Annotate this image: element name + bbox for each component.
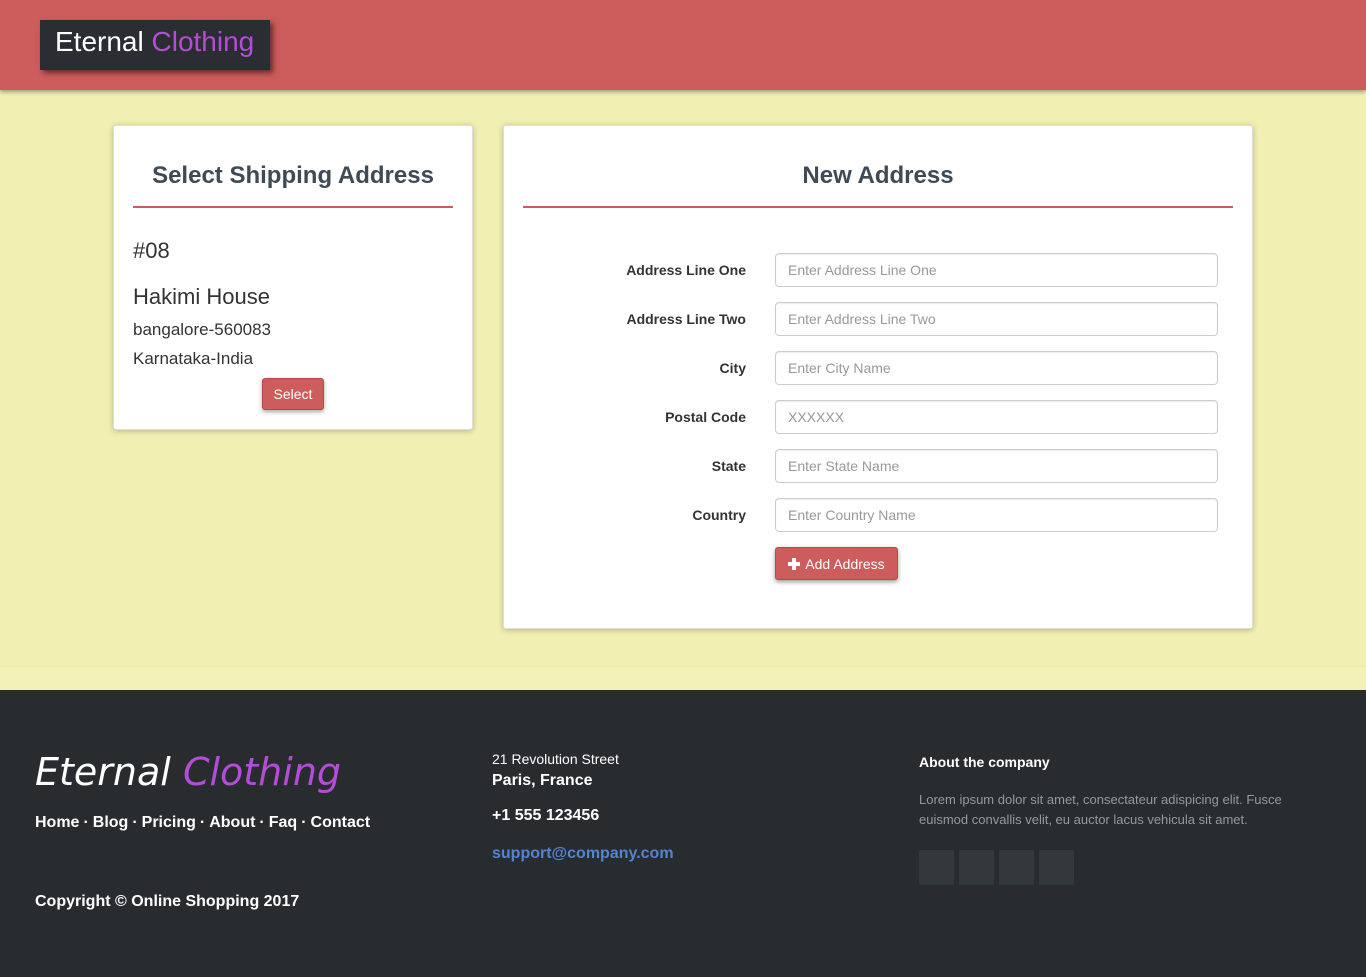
address-line-two-input[interactable] xyxy=(775,302,1218,336)
link-separator: · xyxy=(83,814,89,831)
twitter-icon[interactable] xyxy=(959,850,994,885)
address-line-two-label: Address Line Two xyxy=(626,311,746,327)
linkedin-icon[interactable] xyxy=(999,850,1034,885)
link-separator: · xyxy=(301,814,307,831)
link-separator: · xyxy=(199,814,206,831)
footer-divider-strip xyxy=(0,666,1366,690)
address-line-one-label: Address Line One xyxy=(626,262,746,278)
footer-link-about[interactable]: About xyxy=(209,814,255,831)
footer-street: 21 Revolution Street xyxy=(492,751,619,767)
shipping-address-title: Select Shipping Address xyxy=(133,162,453,208)
form-row-country: Country xyxy=(504,498,1254,532)
city-label: City xyxy=(719,360,746,376)
address-number: #08 xyxy=(133,238,170,263)
new-address-card: New Address Address Line One Address Lin… xyxy=(503,125,1253,629)
about-title: About the company xyxy=(919,754,1050,770)
footer-email-link[interactable]: support@company.com xyxy=(492,845,674,863)
footer-link-blog[interactable]: Blog xyxy=(93,814,129,831)
city-input[interactable] xyxy=(775,351,1218,385)
footer-logo: Eternal Clothing xyxy=(35,750,341,794)
site-footer: Eternal Clothing Home · Blog · Pricing · About… xyxy=(0,690,1366,977)
about-text: Lorem ipsum dolor sit amet, consectateur… xyxy=(919,792,1282,827)
footer-city: Paris, France xyxy=(492,772,593,789)
address-city: bangalore-560083 xyxy=(133,320,272,339)
site-header: Eternal Clothing xyxy=(0,0,1366,90)
postal-code-input[interactable] xyxy=(775,400,1218,434)
address-state: Karnataka-India xyxy=(133,349,254,368)
footer-link-contact[interactable]: Contact xyxy=(311,814,371,831)
add-address-label: Add Address xyxy=(805,555,885,572)
copyright-text: Copyright © Online Shopping 2017 xyxy=(35,893,300,910)
footer-logo-word-eternal: Eternal xyxy=(35,750,171,794)
footer-link-pricing[interactable]: Pricing xyxy=(142,814,196,831)
footer-nav: Home · Blog · Pricing · About · Faq · Contact xyxy=(35,814,370,832)
form-row-address-line-two: Address Line Two xyxy=(504,302,1254,336)
select-address-button[interactable]: Select xyxy=(262,378,324,410)
state-input[interactable] xyxy=(775,449,1218,483)
footer-logo-word-clothing: Clothing xyxy=(182,750,342,794)
form-row-city: City xyxy=(504,351,1254,385)
form-row-postal-code: Postal Code xyxy=(504,400,1254,434)
footer-phone: +1 555 123456 xyxy=(492,807,600,824)
new-address-title: New Address xyxy=(523,162,1233,208)
link-separator: · xyxy=(259,814,265,831)
brand-logo[interactable]: Eternal Clothing xyxy=(40,20,270,70)
state-label: State xyxy=(711,458,746,474)
facebook-icon[interactable] xyxy=(919,850,954,885)
brand-word-eternal: Eternal xyxy=(55,26,144,57)
github-icon[interactable] xyxy=(1039,850,1074,885)
form-row-address-line-one: Address Line One xyxy=(504,253,1254,287)
postal-code-label: Postal Code xyxy=(665,409,746,425)
footer-link-faq[interactable]: Faq xyxy=(269,814,297,831)
form-row-state: State xyxy=(504,449,1254,483)
brand-word-clothing: Clothing xyxy=(151,26,255,57)
add-address-button[interactable]: Add Address xyxy=(775,547,898,580)
address-line-one-input[interactable] xyxy=(775,253,1218,287)
address-house: Hakimi House xyxy=(133,284,270,309)
plus-icon xyxy=(788,557,801,570)
country-input[interactable] xyxy=(775,498,1218,532)
shipping-address-card: Select Shipping Address #08 Hakimi House… xyxy=(113,125,473,430)
footer-link-home[interactable]: Home xyxy=(35,814,79,831)
country-label: Country xyxy=(692,507,746,523)
link-separator: · xyxy=(132,814,138,831)
